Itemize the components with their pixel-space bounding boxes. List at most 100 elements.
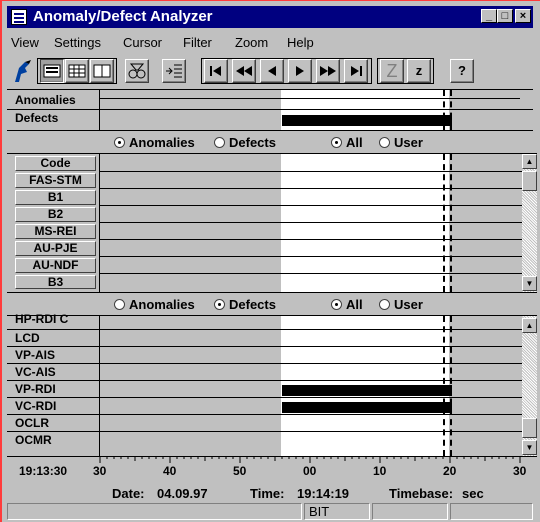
- toolbar: Z z ?: [7, 54, 533, 88]
- radio-all-mid[interactable]: All: [331, 297, 363, 312]
- track-line: [100, 205, 522, 206]
- vertical-scrollbar-bottom[interactable]: ▲ ▼: [522, 316, 537, 456]
- scroll-down-button[interactable]: ▼: [522, 276, 537, 291]
- track-line: [100, 239, 522, 240]
- code-b3-button[interactable]: B3: [15, 275, 96, 289]
- status-box-2: [372, 503, 448, 520]
- row-label-hp-rdi-c: HP-RDI C: [15, 312, 69, 326]
- radio-all-top[interactable]: All: [331, 135, 363, 150]
- zoom-out-button[interactable]: Z: [380, 59, 404, 83]
- axis-tick-label: 00: [303, 464, 317, 478]
- fast-back-button[interactable]: [232, 59, 256, 83]
- row-label-defects: Defects: [15, 111, 59, 125]
- code-au-pje-button[interactable]: AU-PJE: [15, 241, 96, 256]
- bars-grid-icon: [43, 64, 61, 78]
- view-mode-2-button[interactable]: [65, 59, 89, 83]
- axis-tick-label: 30: [93, 464, 107, 478]
- status-box-main: [7, 503, 302, 520]
- status-mode: BIT: [304, 503, 370, 520]
- track-line: [100, 273, 522, 274]
- row-label-oclr: OCLR: [15, 416, 49, 430]
- scroll-thumb[interactable]: [522, 418, 537, 438]
- row-label-vp-rdi: VP-RDI: [15, 382, 56, 396]
- skip-last-icon: [351, 66, 362, 76]
- maximize-button[interactable]: □: [497, 9, 513, 23]
- radio-defects-mid[interactable]: Defects: [214, 297, 276, 312]
- scroll-thumb[interactable]: [522, 171, 537, 191]
- row-label-lcd: LCD: [15, 331, 40, 345]
- app-icon: [11, 9, 27, 25]
- menu-help[interactable]: Help: [287, 35, 314, 50]
- time-value: 19:14:19: [297, 486, 350, 501]
- help-button[interactable]: ?: [450, 59, 474, 83]
- row-label-anomalies: Anomalies: [15, 93, 76, 107]
- cursor-line-1: [443, 316, 445, 456]
- fast-rewind-icon: [236, 66, 252, 76]
- axis-tick-label: 40: [163, 464, 177, 478]
- dragon-logo-icon: [15, 60, 31, 82]
- scroll-up-button[interactable]: ▲: [522, 318, 537, 333]
- anomalies-track: [100, 98, 520, 99]
- cursor-line-2: [450, 316, 452, 456]
- cursor-line-1: [443, 90, 445, 130]
- status-box-3: [450, 503, 533, 520]
- radio-user-mid[interactable]: User: [379, 297, 423, 312]
- binoculars-filter-icon: [128, 63, 146, 79]
- filter-button[interactable]: [125, 59, 149, 83]
- time-label: Time:: [250, 486, 285, 501]
- vc-rdi-defect-bar: [282, 402, 452, 413]
- minimize-button[interactable]: _: [481, 9, 497, 23]
- cursor-window-zone: [281, 154, 449, 292]
- code-b1-button[interactable]: B1: [15, 190, 96, 205]
- radio-anomalies-top[interactable]: Anomalies: [114, 135, 195, 150]
- table-grid-icon: [68, 64, 86, 78]
- filter-radio-row-top: Anomalies Defects All User: [99, 133, 523, 151]
- radio-anomalies-mid[interactable]: Anomalies: [114, 297, 195, 312]
- step-back-button[interactable]: [260, 59, 284, 83]
- step-forward-button[interactable]: [288, 59, 312, 83]
- fast-forward-button[interactable]: [316, 59, 340, 83]
- vertical-scrollbar-top[interactable]: ▲ ▼: [522, 154, 537, 292]
- scroll-down-button[interactable]: ▼: [522, 440, 537, 455]
- radio-defects-top[interactable]: Defects: [214, 135, 276, 150]
- view-mode-1-button[interactable]: [40, 59, 64, 83]
- app-window: Anomaly/Defect Analyzer _ □ × View Setti…: [0, 0, 540, 522]
- defects-panel: HP-RDI C LCD VP-AIS VC-AIS VP-RDI VC-RDI…: [7, 312, 537, 457]
- list-arrow-icon: [166, 64, 182, 78]
- menu-view[interactable]: View: [11, 35, 39, 50]
- date-label: Date:: [112, 486, 145, 501]
- time-axis: 19:13:30 30 40 50 00 10 20 30: [7, 456, 533, 486]
- code-button[interactable]: Code: [15, 156, 96, 171]
- scroll-up-button[interactable]: ▲: [522, 154, 537, 169]
- track-line: [100, 256, 522, 257]
- track-line: [100, 222, 522, 223]
- window-title: Anomaly/Defect Analyzer: [33, 8, 213, 25]
- row-label-vp-ais: VP-AIS: [15, 348, 56, 362]
- view-mode-3-button[interactable]: [90, 59, 114, 83]
- cursor-line-2: [450, 90, 452, 130]
- timebase-value: sec: [462, 486, 484, 501]
- date-value: 04.09.97: [157, 486, 208, 501]
- event-list-button[interactable]: [162, 59, 186, 83]
- close-button[interactable]: ×: [515, 9, 531, 23]
- split-window-icon: [93, 64, 111, 78]
- menu-cursor[interactable]: Cursor: [123, 35, 162, 50]
- code-au-ndf-button[interactable]: AU-NDF: [15, 258, 96, 273]
- zoom-in-button[interactable]: z: [407, 59, 431, 83]
- anomalies-panel: Code FAS-STM B1 B2 MS-REI AU-PJE AU-NDF …: [7, 153, 537, 293]
- title-bar: Anomaly/Defect Analyzer _ □ ×: [7, 6, 533, 28]
- code-fas-stm-button[interactable]: FAS-STM: [15, 173, 96, 188]
- axis-tick-label: 20: [443, 464, 457, 478]
- radio-user-top[interactable]: User: [379, 135, 423, 150]
- step-forward-icon: [296, 66, 304, 76]
- last-button[interactable]: [344, 59, 368, 83]
- menu-filter[interactable]: Filter: [183, 35, 212, 50]
- code-ms-rei-button[interactable]: MS-REI: [15, 224, 96, 239]
- track-line: [100, 171, 522, 172]
- label-divider: [99, 316, 100, 456]
- fast-forward-icon: [320, 66, 336, 76]
- first-button[interactable]: [204, 59, 228, 83]
- menu-settings[interactable]: Settings: [54, 35, 101, 50]
- code-b2-button[interactable]: B2: [15, 207, 96, 222]
- menu-zoom[interactable]: Zoom: [235, 35, 268, 50]
